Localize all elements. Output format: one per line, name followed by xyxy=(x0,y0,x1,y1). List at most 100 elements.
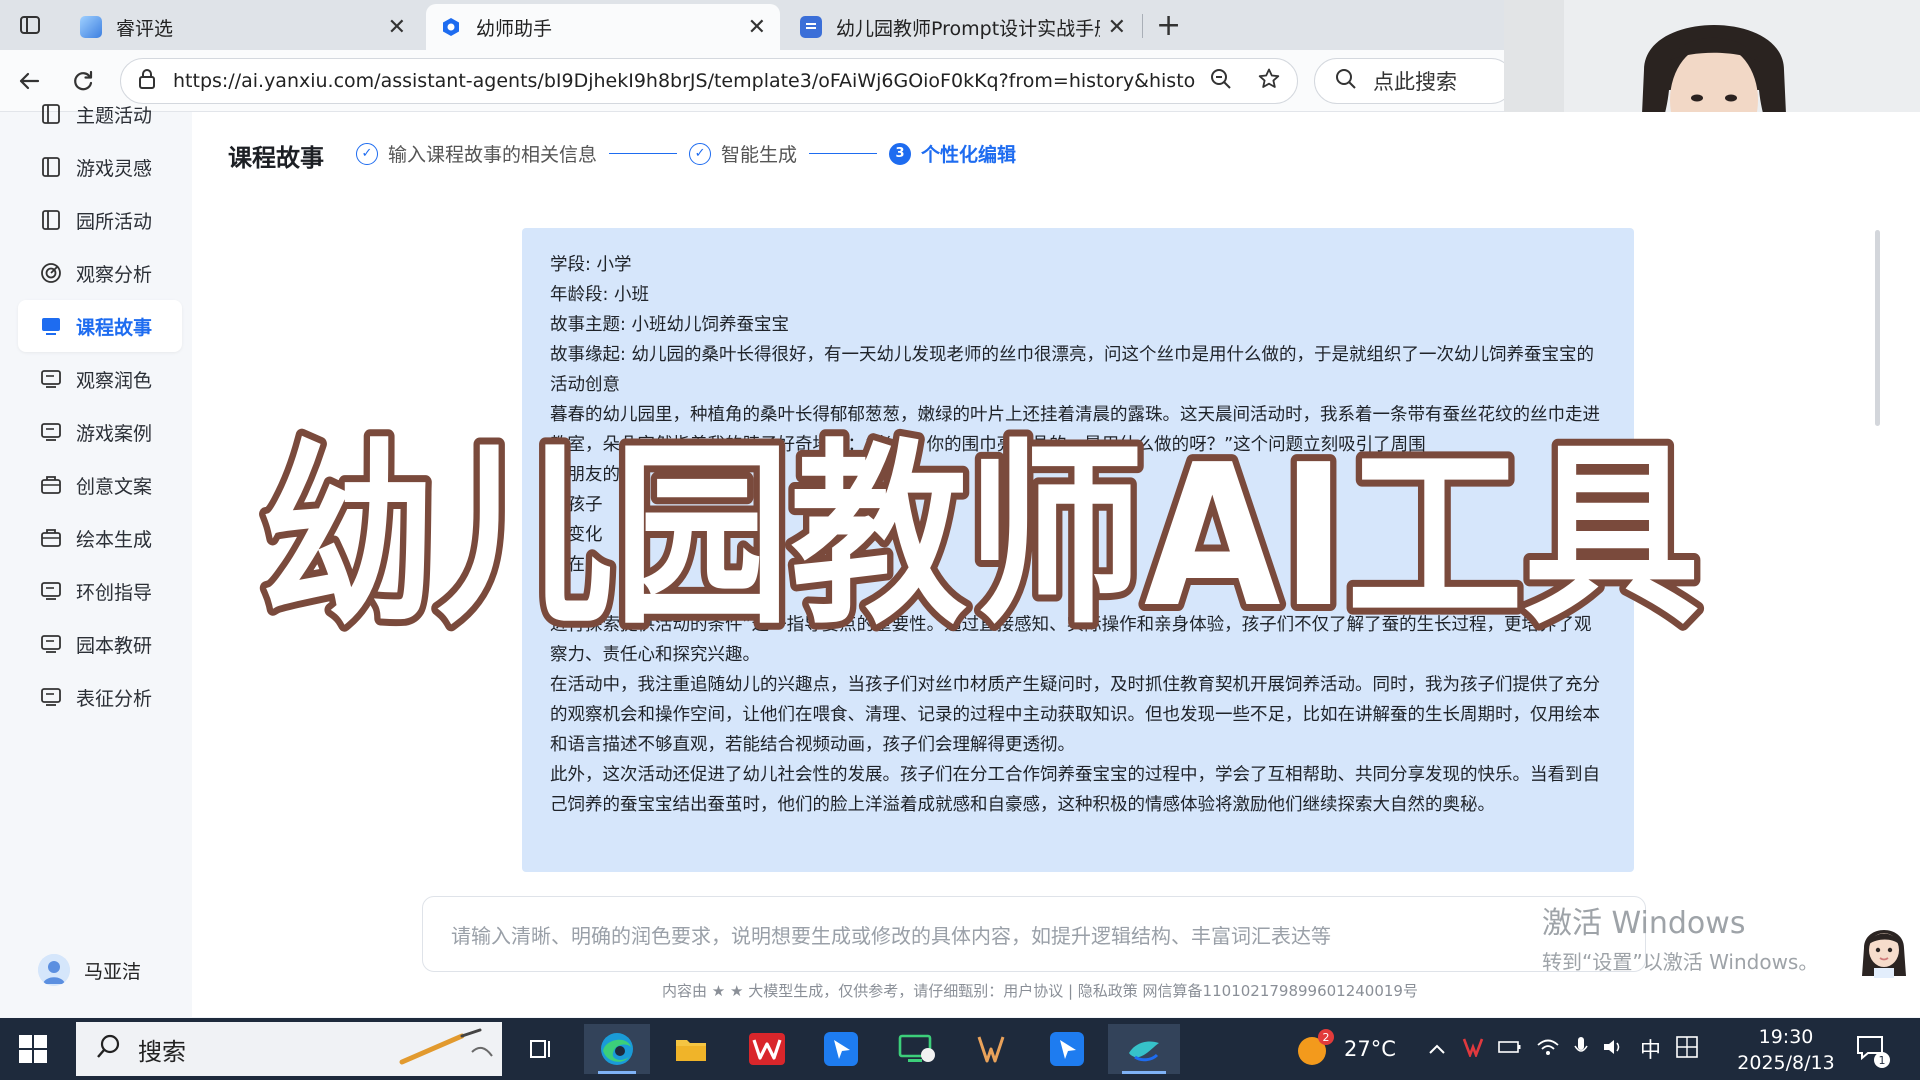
battery-icon[interactable] xyxy=(1498,1039,1522,1059)
content-line: 年龄段: 小班 xyxy=(550,285,649,305)
book-icon xyxy=(42,104,60,124)
wifi-icon[interactable] xyxy=(1536,1037,1560,1061)
edge-browser-icon[interactable] xyxy=(584,1024,650,1074)
step-generate[interactable]: ✓ 智能生成 xyxy=(689,140,797,167)
monitor-icon xyxy=(41,688,61,706)
feishu-app-icon[interactable] xyxy=(808,1024,874,1074)
notification-center[interactable]: 1 xyxy=(1856,1018,1890,1080)
briefcase-icon xyxy=(41,476,61,494)
sidebar-item-kecheng-gushi[interactable]: 课程故事 xyxy=(18,300,182,352)
sidebar-item-label: 观察分析 xyxy=(76,263,153,286)
tab-prompt-manual[interactable]: 幼儿园教师Prompt设计实战手册 ✕ xyxy=(786,4,1140,50)
content-line: 在活动中，我注重追随幼儿的兴趣点，当孩子们对丝巾材质产生疑问时，及时抓住教育契机… xyxy=(550,675,1600,755)
sidebar-item-label: 游戏案例 xyxy=(76,422,153,445)
sidebar-item-youxi-anli[interactable]: 游戏案例 xyxy=(18,406,182,458)
weather-badge: 2 xyxy=(1318,1029,1334,1045)
windows-start-icon[interactable] xyxy=(18,1034,48,1064)
tab-favicon-icon xyxy=(440,16,462,38)
sidebar-item-zhuti-huodong[interactable]: 主题活动 xyxy=(18,88,182,140)
close-tab-icon[interactable]: ✕ xyxy=(388,15,406,40)
file-explorer-icon[interactable] xyxy=(658,1024,724,1074)
tab-actions-icon[interactable] xyxy=(14,10,46,40)
volume-icon[interactable] xyxy=(1602,1037,1626,1061)
security-app-icon[interactable] xyxy=(1462,1037,1484,1061)
close-tab-icon[interactable]: ✕ xyxy=(748,15,766,40)
feishu-app-icon[interactable] xyxy=(1034,1024,1100,1074)
url-field[interactable]: https://ai.yanxiu.com/assistant-agents/b… xyxy=(120,58,1298,104)
tab-youshi-zhushou[interactable]: 幼师助手 ✕ xyxy=(426,4,780,50)
step-edit[interactable]: 3 个性化编辑 xyxy=(889,140,1016,167)
step-connector xyxy=(609,153,678,154)
sidebar-item-huanchuang-zhidao[interactable]: 环创指导 xyxy=(18,565,182,617)
sidebar-item-label: 园本教研 xyxy=(76,634,153,657)
windows-activation-watermark: 激活 Windows 转到“设置”以激活 Windows。 xyxy=(1542,898,1818,975)
tab-label: 幼师助手 xyxy=(476,17,553,40)
sidebar-item-chuangyi-wenan[interactable]: 创意文案 xyxy=(18,459,182,511)
tab-separator xyxy=(1142,14,1143,38)
watermark-line: 转到“设置”以激活 Windows。 xyxy=(1542,950,1819,974)
monitor-icon xyxy=(42,318,60,335)
wps-office-icon[interactable] xyxy=(734,1024,800,1074)
overlay-title-text: 幼儿园教师AI工具 xyxy=(260,423,1700,651)
sidebar-item-yuansuo-huodong[interactable]: 园所活动 xyxy=(18,194,182,246)
step-label: 个性化编辑 xyxy=(921,144,1017,166)
weather-temperature: 27°C xyxy=(1344,1037,1396,1061)
ime-indicator[interactable]: 中 xyxy=(1640,1034,1661,1064)
screen-recorder-icon[interactable] xyxy=(884,1024,950,1074)
tab-label: 睿评选 xyxy=(116,17,174,40)
assistant-avatar-icon[interactable] xyxy=(1856,918,1912,980)
content-scrollbar[interactable] xyxy=(1875,230,1880,426)
sidebar-item-yuanben-jiaoyan[interactable]: 园本教研 xyxy=(18,618,182,670)
content-line: 故事缘起: 幼儿园的桑叶长得很好，有一天幼儿发现老师的丝巾很漂亮，问这个丝巾是用… xyxy=(550,345,1594,395)
progress-steps: ✓ 输入课程故事的相关信息 ✓ 智能生成 3 个性化编辑 xyxy=(356,140,1016,167)
monitor-icon xyxy=(41,635,61,653)
new-tab-icon[interactable]: + xyxy=(1156,8,1181,43)
microphone-icon[interactable] xyxy=(1574,1036,1588,1062)
disclaimer-footer: 内容由 ★ ★ 大模型生成，仅供参考，请仔细甄别：用户协议 | 隐私政策 网信算… xyxy=(662,982,1418,1000)
step-input-info[interactable]: ✓ 输入课程故事的相关信息 xyxy=(356,140,597,167)
ime-layout-icon[interactable] xyxy=(1675,1035,1699,1063)
search-icon xyxy=(96,1033,122,1065)
sidebar-item-label: 绘本生成 xyxy=(76,528,153,551)
page-title: 课程故事 xyxy=(228,144,324,172)
tab-ruipingxuan[interactable]: 睿评选 ✕ xyxy=(66,4,420,50)
notification-count: 1 xyxy=(1874,1052,1890,1068)
monitor-icon xyxy=(41,423,61,441)
taskbar-search[interactable]: 搜索 xyxy=(76,1022,502,1076)
sidebar-item-label: 园所活动 xyxy=(76,210,153,233)
sidebar-item-huiben-shengcheng[interactable]: 绘本生成 xyxy=(18,512,182,564)
overlay-title-banner: 幼儿园教师AI工具 xyxy=(253,416,1707,652)
sidebar-item-guancha-fenxi[interactable]: 观察分析 xyxy=(18,247,182,299)
sidebar-item-label: 环创指导 xyxy=(76,581,153,604)
step-label: 输入课程故事的相关信息 xyxy=(388,144,598,166)
system-clock[interactable]: 19:30 2025/8/13 xyxy=(1736,1024,1836,1076)
target-icon xyxy=(41,263,61,283)
clock-time: 19:30 xyxy=(1758,1026,1814,1048)
sidebar-item-biaozheng-fenxi[interactable]: 表征分析 xyxy=(18,671,182,723)
sidebar-item-label: 游戏灵感 xyxy=(76,157,153,180)
sidebar-item-guancha-runse[interactable]: 观察润色 xyxy=(18,353,182,405)
lark-bird-icon[interactable] xyxy=(1108,1024,1180,1074)
search-placeholder: 点此搜索 xyxy=(1373,70,1457,94)
zoom-icon[interactable] xyxy=(1209,67,1233,95)
notification-icon: 1 xyxy=(1856,1034,1890,1068)
content-line: 此外，这次活动还促进了幼儿社会性的发展。孩子们在分工合作饲养蚕宝宝的过程中，学会… xyxy=(550,765,1600,815)
sidebar-item-youxi-linggan[interactable]: 游戏灵感 xyxy=(18,141,182,193)
check-icon: ✓ xyxy=(689,142,712,165)
user-profile[interactable]: 马亚洁 xyxy=(38,954,141,986)
task-view-icon[interactable] xyxy=(508,1024,574,1074)
weather-widget[interactable]: 2 27°C xyxy=(1296,1018,1396,1080)
clock-date: 2025/8/13 xyxy=(1737,1052,1835,1074)
sidebar-item-label: 表征分析 xyxy=(76,687,153,710)
system-tray: 中 xyxy=(1428,1018,1699,1080)
tab-label: 幼儿园教师Prompt设计实战手册 xyxy=(836,17,1100,40)
user-name: 马亚洁 xyxy=(84,960,142,983)
chevron-up-icon[interactable] xyxy=(1428,1040,1446,1059)
refine-prompt-input[interactable]: 请输入清晰、明确的润色要求，说明想要生成或修改的具体内容，如提升逻辑结构、丰富词… xyxy=(422,896,1646,972)
search-icon xyxy=(1335,68,1357,95)
wps-writer-icon[interactable] xyxy=(958,1024,1024,1074)
step-label: 智能生成 xyxy=(721,144,798,166)
favorite-star-icon[interactable] xyxy=(1257,67,1281,95)
browser-search-box[interactable]: 点此搜索 xyxy=(1314,58,1514,104)
close-tab-icon[interactable]: ✕ xyxy=(1108,15,1126,40)
